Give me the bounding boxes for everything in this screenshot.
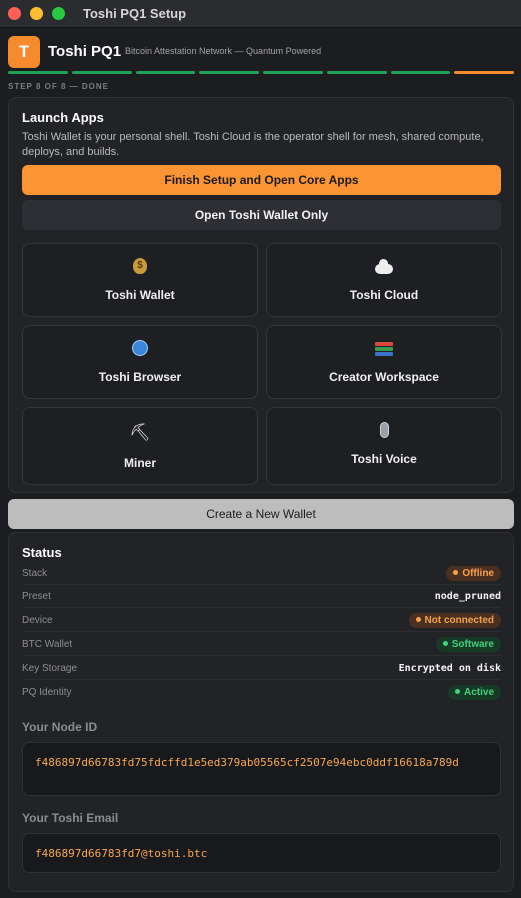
status-badge: Not connected bbox=[408, 613, 501, 628]
app-tile-toshi-browser[interactable]: Toshi Browser bbox=[22, 325, 258, 399]
status-row-preset: Preset node_pruned bbox=[22, 586, 501, 608]
progress-segment-8 bbox=[454, 71, 514, 74]
launch-apps-description: Toshi Wallet is your personal shell. Tos… bbox=[22, 131, 484, 158]
open-wallet-only-button[interactable]: Open Toshi Wallet Only bbox=[22, 200, 501, 230]
app-tile-label: Toshi Voice bbox=[351, 452, 417, 466]
progress-segment-5 bbox=[263, 71, 323, 74]
books-icon bbox=[267, 340, 501, 361]
app-tile-miner[interactable]: ⛏ Miner bbox=[22, 407, 258, 485]
finish-setup-button[interactable]: Finish Setup and Open Core Apps bbox=[22, 165, 501, 195]
step-indicator: STEP 8 OF 8 — DONE bbox=[8, 82, 109, 91]
money-bag-icon bbox=[23, 258, 257, 279]
status-key: PQ Identity bbox=[22, 687, 72, 698]
app-tile-toshi-voice[interactable]: Toshi Voice bbox=[266, 407, 502, 485]
pickaxe-icon: ⛏ bbox=[129, 423, 151, 443]
status-title: Status bbox=[22, 545, 62, 560]
node-id-label: Your Node ID bbox=[22, 720, 98, 734]
cloud-icon bbox=[267, 258, 501, 279]
status-badge: Software bbox=[435, 637, 501, 652]
app-header: T Toshi PQ1 Bitcoin Attestation Network … bbox=[0, 28, 521, 98]
app-tile-label: Toshi Cloud bbox=[349, 288, 419, 302]
status-key: Stack bbox=[22, 568, 48, 579]
email-label: Your Toshi Email bbox=[22, 811, 119, 825]
brand-tagline: Bitcoin Attestation Network — Quantum Po… bbox=[125, 46, 322, 56]
microphone-icon bbox=[267, 422, 501, 443]
status-row-pq-identity: PQ Identity Active bbox=[22, 682, 501, 704]
title-bar: Toshi PQ1 Setup bbox=[0, 0, 521, 28]
window-title: Toshi PQ1 Setup bbox=[83, 6, 187, 21]
launch-apps-card: Launch Apps Toshi Wallet is your persona… bbox=[8, 97, 514, 493]
status-badge: Active bbox=[447, 685, 501, 700]
progress-segment-4 bbox=[199, 71, 259, 74]
zoom-window-button[interactable] bbox=[52, 7, 65, 20]
app-tile-toshi-wallet[interactable]: Toshi Wallet bbox=[22, 243, 258, 317]
toshi-logo-icon: T bbox=[8, 36, 40, 68]
globe-icon bbox=[23, 340, 257, 361]
status-key: Device bbox=[22, 615, 53, 626]
app-tile-label: Creator Workspace bbox=[329, 370, 439, 384]
launch-apps-title: Launch Apps bbox=[22, 110, 104, 125]
status-row-btc-wallet: BTC Wallet Software bbox=[22, 634, 501, 656]
status-card: Status Stack Offline Preset node_pruned … bbox=[8, 532, 514, 892]
node-id-field[interactable]: f486897d66783fd75fdcffd1e5ed379ab05565cf… bbox=[22, 742, 501, 796]
status-row-device: Device Not connected bbox=[22, 610, 501, 632]
app-tile-label: Toshi Browser bbox=[98, 370, 182, 384]
app-tile-label: Miner bbox=[123, 456, 156, 470]
minimize-window-button[interactable] bbox=[30, 7, 43, 20]
progress-segment-2 bbox=[71, 71, 132, 74]
status-row-key-storage: Key Storage Encrypted on disk bbox=[22, 658, 501, 680]
email-field[interactable]: f486897d66783fd7@toshi.btc bbox=[22, 833, 501, 873]
close-window-button[interactable] bbox=[8, 7, 21, 20]
brand-name: Toshi PQ1 bbox=[48, 43, 122, 60]
app-tile-label: Toshi Wallet bbox=[105, 288, 175, 302]
status-key: Key Storage bbox=[22, 663, 78, 674]
progress-segment-7 bbox=[390, 71, 451, 74]
status-key: BTC Wallet bbox=[22, 639, 73, 650]
status-value: Encrypted on disk bbox=[398, 663, 501, 674]
progress-segment-1 bbox=[8, 71, 68, 74]
status-key: Preset bbox=[22, 591, 51, 602]
status-row-stack: Stack Offline bbox=[22, 563, 501, 585]
setup-progress-bar bbox=[8, 71, 514, 74]
status-value: node_pruned bbox=[434, 591, 501, 602]
progress-segment-3 bbox=[135, 71, 196, 74]
status-badge: Offline bbox=[446, 566, 501, 581]
app-tile-toshi-cloud[interactable]: Toshi Cloud bbox=[266, 243, 502, 317]
create-new-wallet-button[interactable]: Create a New Wallet bbox=[8, 499, 514, 529]
progress-segment-6 bbox=[326, 71, 387, 74]
app-tile-creator-workspace[interactable]: Creator Workspace bbox=[266, 325, 502, 399]
